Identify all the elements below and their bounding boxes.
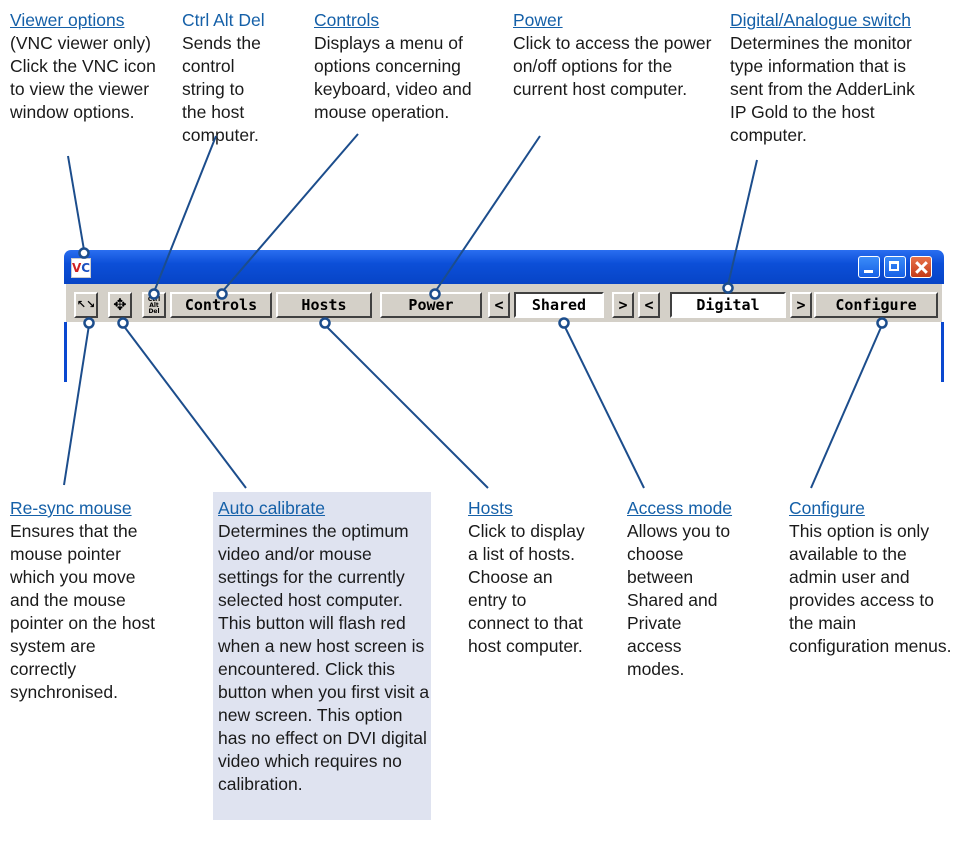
- access-prev-button[interactable]: <: [488, 292, 510, 318]
- video-mode-field[interactable]: Digital: [670, 292, 786, 318]
- callout-text: Click to access the power on/off options…: [513, 33, 712, 99]
- logo-c: C: [81, 261, 91, 275]
- callout-auto-calibrate: Auto calibrate Determines the optimum vi…: [213, 492, 431, 820]
- access-mode-field[interactable]: Shared: [514, 292, 604, 318]
- callout-title[interactable]: Digital/Analogue switch: [730, 9, 962, 32]
- callout-text: Determines the optimum video and/or mous…: [218, 521, 430, 794]
- video-prev-button[interactable]: <: [638, 292, 660, 318]
- logo-v: V: [72, 261, 82, 275]
- callout-configure: Configure This option is only available …: [789, 497, 961, 658]
- resync-mouse-button[interactable]: ↖↘: [74, 292, 98, 318]
- window-border-right: [941, 322, 944, 382]
- auto-calibrate-button[interactable]: ✥: [108, 292, 132, 318]
- power-button[interactable]: Power: [380, 292, 482, 318]
- callout-hosts: Hosts Click to display a list of hosts. …: [468, 497, 608, 658]
- vnc-viewer-window: VC ↖↘ ✥ Ctrl Alt Del Controls Hosts Powe…: [64, 250, 944, 382]
- callout-text: Allows you to choose between Shared and …: [627, 521, 731, 679]
- hosts-button[interactable]: Hosts: [276, 292, 372, 318]
- maximize-button[interactable]: [884, 256, 906, 278]
- minimize-button[interactable]: [858, 256, 880, 278]
- callout-text: This option is only available to the adm…: [789, 521, 952, 656]
- leader-viewer-options: [67, 155, 90, 259]
- window-border-left: [64, 322, 67, 382]
- callout-title[interactable]: Hosts: [468, 497, 608, 520]
- callout-resync-mouse: Re-sync mouse Ensures that the mouse poi…: [10, 497, 180, 704]
- callout-text: Determines the monitor type information …: [730, 33, 915, 145]
- callout-access-mode: Access mode Allows you to choose between…: [627, 497, 767, 681]
- close-button[interactable]: [910, 256, 932, 278]
- ctrl-alt-del-button[interactable]: Ctrl Alt Del: [142, 292, 166, 318]
- callout-text: Displays a menu of options concerning ke…: [314, 33, 472, 122]
- callout-viewer-options: Viewer options (VNC viewer only) Click t…: [10, 9, 168, 124]
- callout-text: Click to display a list of hosts. Choose…: [468, 521, 585, 656]
- callout-ctrl-alt-del: Ctrl Alt Del Sends the control string to…: [182, 9, 297, 147]
- callout-title[interactable]: Configure: [789, 497, 961, 520]
- window-titlebar[interactable]: VC: [64, 250, 944, 284]
- callout-text: (VNC viewer only) Click the VNC icon to …: [10, 33, 156, 122]
- callout-title[interactable]: Power: [513, 9, 713, 32]
- callout-power: Power Click to access the power on/off o…: [513, 9, 713, 101]
- callout-text: Sends the control string to the host com…: [182, 33, 261, 145]
- video-next-button[interactable]: >: [790, 292, 812, 318]
- callout-controls: Controls Displays a menu of options conc…: [314, 9, 504, 124]
- access-next-button[interactable]: >: [612, 292, 634, 318]
- callout-title[interactable]: Access mode: [627, 497, 767, 520]
- toolbar: ↖↘ ✥ Ctrl Alt Del Controls Hosts Power <…: [66, 284, 942, 322]
- callout-title[interactable]: Re-sync mouse: [10, 497, 180, 520]
- callout-digital-switch: Digital/Analogue switch Determines the m…: [730, 9, 962, 147]
- vnc-logo-icon[interactable]: VC: [71, 258, 91, 278]
- callout-title[interactable]: Controls: [314, 9, 504, 32]
- callout-text: Ensures that the mouse pointer which you…: [10, 521, 155, 702]
- configure-button[interactable]: Configure: [814, 292, 938, 318]
- callout-title[interactable]: Viewer options: [10, 9, 168, 32]
- controls-button[interactable]: Controls: [170, 292, 272, 318]
- callout-title[interactable]: Auto calibrate: [218, 497, 431, 520]
- callout-title[interactable]: Ctrl Alt Del: [182, 9, 297, 32]
